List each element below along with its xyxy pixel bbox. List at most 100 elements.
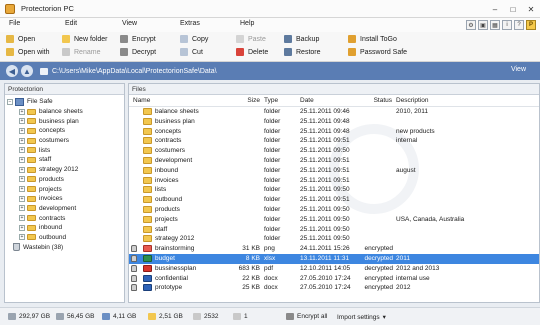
col-description[interactable]: Description xyxy=(396,95,536,107)
expand-icon[interactable]: + xyxy=(19,234,25,241)
col-name[interactable]: Name xyxy=(133,95,233,107)
file-row[interactable]: development folder 25.11.2011 09:51 xyxy=(129,156,539,166)
col-type[interactable]: Type xyxy=(264,95,294,107)
password-safe-button[interactable]: Password Safe xyxy=(348,48,407,56)
expand-icon[interactable]: + xyxy=(19,118,25,125)
col-size[interactable]: Size xyxy=(233,95,260,107)
tree-item[interactable]: + outbound xyxy=(5,233,124,243)
backup-button[interactable]: Backup xyxy=(284,35,319,43)
language-icon[interactable]: ▣ xyxy=(478,20,488,30)
tree-item[interactable]: + products xyxy=(5,175,124,185)
delete-button[interactable]: Delete xyxy=(236,48,268,56)
file-description: new products xyxy=(396,127,435,135)
file-row[interactable]: staff folder 25.11.2011 09:50 xyxy=(129,225,539,235)
file-row[interactable]: prototype 25 KB docx 27.05.2010 17:24 encryp… xyxy=(129,283,539,293)
tree-item[interactable]: + concepts xyxy=(5,126,124,136)
menu-extras[interactable]: Extras xyxy=(180,20,200,27)
expand-icon[interactable]: + xyxy=(19,224,25,231)
tree-root[interactable]: − File Safe xyxy=(5,97,124,107)
settings-icon[interactable]: ⚙ xyxy=(466,20,476,30)
file-row[interactable]: products folder 25.11.2011 09:50 xyxy=(129,205,539,215)
expand-icon[interactable]: + xyxy=(19,166,25,173)
layout-icon[interactable]: ▦ xyxy=(490,20,500,30)
col-date[interactable]: Date xyxy=(300,95,360,107)
file-type: folder xyxy=(264,166,281,174)
restore-button[interactable]: Restore xyxy=(284,48,321,56)
file-row[interactable]: confidential 22 KB docx 27.05.2010 17:24 enc… xyxy=(129,274,539,284)
tree-item[interactable]: + staff xyxy=(5,155,124,165)
open-button[interactable]: Open xyxy=(6,35,35,43)
col-status[interactable]: Status xyxy=(367,95,392,107)
info-icon[interactable]: i xyxy=(502,20,512,30)
collapse-icon[interactable]: − xyxy=(7,98,13,105)
file-row[interactable]: business plan folder 25.11.2011 09:48 xyxy=(129,117,539,127)
file-row[interactable]: brainstorming 31 KB png 24.11.2011 15:26 enc… xyxy=(129,244,539,254)
file-row[interactable]: balance sheets folder 25.11.2011 09:46 2010… xyxy=(129,107,539,117)
path-field[interactable]: C:\Users\Mike\AppData\Local\Protectorion… xyxy=(40,65,500,77)
file-row[interactable]: lists folder 25.11.2011 09:50 xyxy=(129,185,539,195)
file-description xyxy=(396,117,536,127)
tree-item[interactable]: + strategy 2012 xyxy=(5,165,124,175)
decrypt-button[interactable]: Decrypt xyxy=(120,48,156,56)
expand-icon[interactable]: + xyxy=(19,195,25,202)
minimize-icon[interactable]: – xyxy=(486,0,504,18)
tree-item[interactable]: + business plan xyxy=(5,116,124,126)
paste-button[interactable]: Paste xyxy=(236,35,266,43)
file-row[interactable]: inbound folder 25.11.2011 09:51 august xyxy=(129,166,539,176)
view-button[interactable]: View xyxy=(511,66,526,73)
menu-edit[interactable]: Edit xyxy=(65,20,77,27)
encrypt-all-button[interactable]: Encrypt all xyxy=(286,313,327,320)
open-with-button[interactable]: Open with xyxy=(6,48,50,56)
file-row[interactable]: costumers folder 25.11.2011 09:50 xyxy=(129,146,539,156)
menu-view[interactable]: View xyxy=(122,20,137,27)
file-description: internal xyxy=(396,137,418,145)
tree-item[interactable]: + costumers xyxy=(5,136,124,146)
maximize-icon[interactable]: □ xyxy=(504,0,522,18)
tree-item[interactable]: + contracts xyxy=(5,213,124,223)
expand-icon[interactable]: + xyxy=(19,186,25,193)
menu-file[interactable]: File xyxy=(9,20,20,27)
tree-item[interactable]: + projects xyxy=(5,184,124,194)
expand-icon[interactable]: + xyxy=(19,156,25,163)
expand-icon[interactable]: + xyxy=(19,205,25,212)
file-row[interactable]: projects folder 25.11.2011 09:50 USA, Canad… xyxy=(129,215,539,225)
file-row[interactable]: outbound folder 25.11.2011 09:51 xyxy=(129,195,539,205)
file-row[interactable]: concepts folder 25.11.2011 09:48 new produc… xyxy=(129,127,539,137)
expand-icon[interactable]: + xyxy=(19,176,25,183)
copy-button[interactable]: Copy xyxy=(180,35,208,43)
file-row[interactable]: strategy 2012 folder 25.11.2011 09:50 xyxy=(129,234,539,244)
file-row[interactable]: contracts folder 25.11.2011 09:51 internal xyxy=(129,136,539,146)
cut-button[interactable]: Cut xyxy=(180,48,203,56)
file-size xyxy=(233,166,260,176)
up-icon[interactable]: ▲ xyxy=(21,65,33,77)
file-description: august xyxy=(396,166,416,174)
menu-help[interactable]: Help xyxy=(240,20,254,27)
help-icon[interactable]: ? xyxy=(514,20,524,30)
rename-button[interactable]: Rename xyxy=(62,48,100,56)
back-icon[interactable]: ◀ xyxy=(6,65,18,77)
import-settings-dropdown[interactable]: Import settings ▾ xyxy=(337,313,386,322)
file-row[interactable]: budget 8 KB xlsx 13.11.2011 11:31 decrypted 2… xyxy=(129,253,539,264)
expand-icon[interactable]: + xyxy=(19,215,25,222)
files-panel-title: Files xyxy=(129,84,539,95)
lock-all-icon xyxy=(286,313,294,320)
expand-icon[interactable]: + xyxy=(19,127,25,134)
encrypt-button[interactable]: Encrypt xyxy=(120,35,156,43)
tree-item[interactable]: + invoices xyxy=(5,194,124,204)
expand-icon[interactable]: + xyxy=(19,137,25,144)
file-row[interactable]: bussinessplan 683 KB pdf 12.10.2011 14:05 de… xyxy=(129,264,539,274)
file-type: folder xyxy=(264,137,281,145)
new-folder-button[interactable]: New folder xyxy=(62,35,107,43)
tree-item[interactable]: + lists xyxy=(5,145,124,155)
file-row[interactable]: invoices folder 25.11.2011 09:51 xyxy=(129,176,539,186)
tree-item[interactable]: + inbound xyxy=(5,223,124,233)
protectorion-icon[interactable]: P xyxy=(526,20,536,30)
expand-icon[interactable]: + xyxy=(19,147,25,154)
file-status xyxy=(355,176,393,186)
tree-item[interactable]: + development xyxy=(5,204,124,214)
tree-item[interactable]: + balance sheets xyxy=(5,107,124,117)
install-togo-button[interactable]: Install ToGo xyxy=(348,35,397,43)
tree-wastebin[interactable]: Wastebin (38) xyxy=(5,242,124,252)
close-icon[interactable]: ✕ xyxy=(522,0,540,18)
expand-icon[interactable]: + xyxy=(19,108,25,115)
